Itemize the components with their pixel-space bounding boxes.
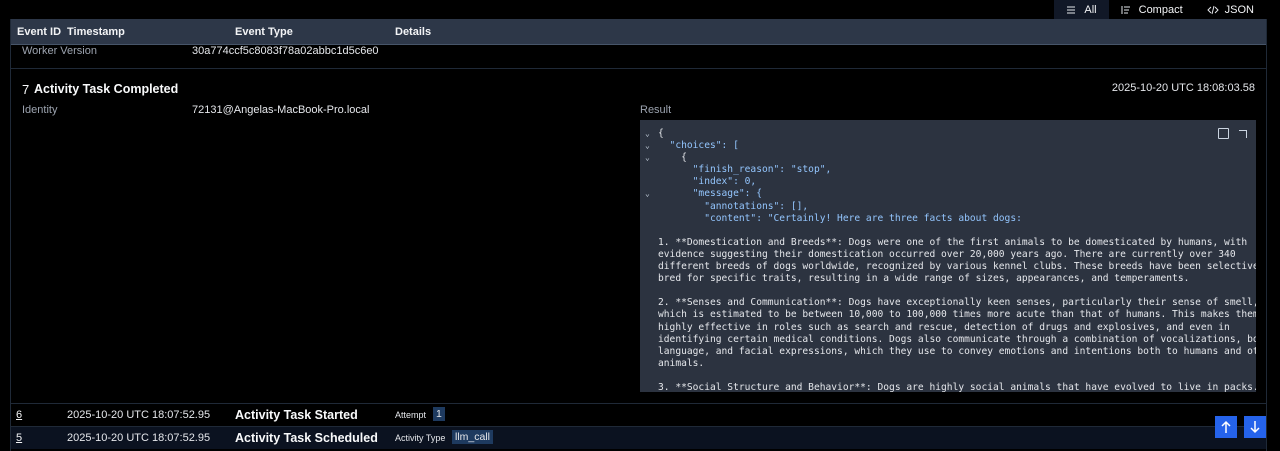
- view-compact-button[interactable]: Compact: [1109, 0, 1195, 19]
- worker-version-value: 30a774ccf5c8083f78a02abbc1d5c6e0: [192, 45, 379, 57]
- arrow-down-icon: [1250, 421, 1260, 434]
- list-icon: [1066, 5, 1078, 15]
- identity-value: 72131@Angelas-MacBook-Pro.local: [192, 104, 370, 116]
- collapse-chevron-icon[interactable]: ⌄: [645, 152, 650, 164]
- code-line: animals.: [658, 357, 705, 369]
- header-event-type[interactable]: Event Type: [235, 26, 293, 38]
- event-timestamp: 2025-10-20 UTC 18:08:03.58: [1111, 82, 1255, 94]
- code-toolbar: [1218, 128, 1248, 139]
- event-id-link[interactable]: 5: [16, 432, 22, 444]
- event-timestamp: 2025-10-20 UTC 18:07:52.95: [67, 409, 211, 421]
- worker-version-row: Worker Version 30a774ccf5c8083f78a02abbc…: [11, 45, 1266, 69]
- code-line: which is estimated to be between 10,000 …: [658, 309, 1256, 321]
- code-line: 1. **Domestication and Breeds**: Dogs we…: [658, 236, 1248, 248]
- code-icon: [1206, 5, 1219, 15]
- code-line: "index": 0,: [658, 176, 757, 188]
- detail-value-badge: llm_call: [452, 430, 494, 444]
- event-history-table: Event ID Timestamp Event Type Details Wo…: [10, 19, 1267, 451]
- code-line: different breeds of dogs worldwide, reco…: [658, 261, 1256, 273]
- worker-version-label: Worker Version: [22, 45, 97, 57]
- code-line: "content": "Certainly! Here are three fa…: [658, 212, 1022, 224]
- code-line: bred for specific traits, resulting in a…: [658, 273, 1190, 285]
- header-timestamp[interactable]: Timestamp: [67, 26, 125, 38]
- detail-key: Attempt: [395, 410, 427, 420]
- copy-icon[interactable]: [1218, 128, 1229, 139]
- compact-list-icon: [1121, 5, 1133, 15]
- event-timestamp: 2025-10-20 UTC 18:07:52.95: [67, 432, 211, 444]
- code-lines: ⌄{ ⌄ "choices": [ ⌄ { "finish_reason": "…: [640, 128, 1256, 392]
- code-line: ⌄ {: [645, 152, 687, 164]
- code-line: "annotations": [],: [658, 200, 809, 212]
- identity-label: Identity: [22, 104, 58, 116]
- event-title: Activity Task Completed: [34, 82, 179, 96]
- code-line: language, and facial expressions, which …: [658, 345, 1256, 357]
- code-line: highly effective in roles such as search…: [658, 321, 1230, 333]
- collapse-chevron-icon[interactable]: ⌄: [645, 128, 650, 140]
- result-label: Result: [640, 104, 672, 116]
- arrow-up-icon: [1221, 420, 1231, 433]
- event-type: Activity Task Started: [235, 408, 358, 422]
- view-json-label: JSON: [1224, 3, 1254, 16]
- scroll-up-button[interactable]: [1215, 416, 1237, 438]
- detail-value-badge: 1: [433, 407, 445, 421]
- table-row[interactable]: 6 2025-10-20 UTC 18:07:52.95 Activity Ta…: [11, 403, 1266, 426]
- collapse-chevron-icon[interactable]: ⌄: [645, 140, 650, 152]
- event-type: Activity Task Scheduled: [235, 431, 378, 445]
- event-id-link[interactable]: 6: [16, 409, 22, 421]
- code-line: evidence suggesting their domestication …: [658, 248, 1236, 260]
- code-line: ⌄ "message": {: [645, 188, 762, 200]
- code-line: 3. **Social Structure and Behavior**: Do…: [658, 381, 1256, 392]
- table-row[interactable]: 5 2025-10-20 UTC 18:07:52.95 Activity Ta…: [11, 426, 1266, 449]
- code-line: identifying certain medical conditions. …: [658, 333, 1256, 345]
- header-details[interactable]: Details: [395, 26, 431, 38]
- expand-icon[interactable]: [1237, 128, 1248, 139]
- header-event-id[interactable]: Event ID: [17, 26, 61, 38]
- code-line: ⌄ "choices": [: [645, 140, 739, 152]
- table-header: Event ID Timestamp Event Type Details: [11, 19, 1266, 45]
- view-mode-toggle: All Compact JSON: [1054, 0, 1266, 19]
- collapse-chevron-icon[interactable]: ⌄: [645, 188, 650, 200]
- result-code-viewer[interactable]: ⌄{ ⌄ "choices": [ ⌄ { "finish_reason": "…: [640, 120, 1256, 392]
- code-line: 2. **Senses and Communication**: Dogs ha…: [658, 297, 1256, 309]
- code-line: "finish_reason": "stop",: [658, 164, 832, 176]
- detail-key: Activity Type: [395, 433, 446, 443]
- view-compact-label: Compact: [1138, 3, 1183, 16]
- scroll-down-button[interactable]: [1244, 416, 1266, 438]
- view-json-button[interactable]: JSON: [1195, 0, 1266, 19]
- event-id[interactable]: 7: [22, 82, 29, 97]
- code-line: ⌄{: [645, 128, 664, 140]
- view-all-button[interactable]: All: [1054, 0, 1109, 19]
- view-all-label: All: [1084, 3, 1097, 16]
- divider: [11, 68, 1266, 69]
